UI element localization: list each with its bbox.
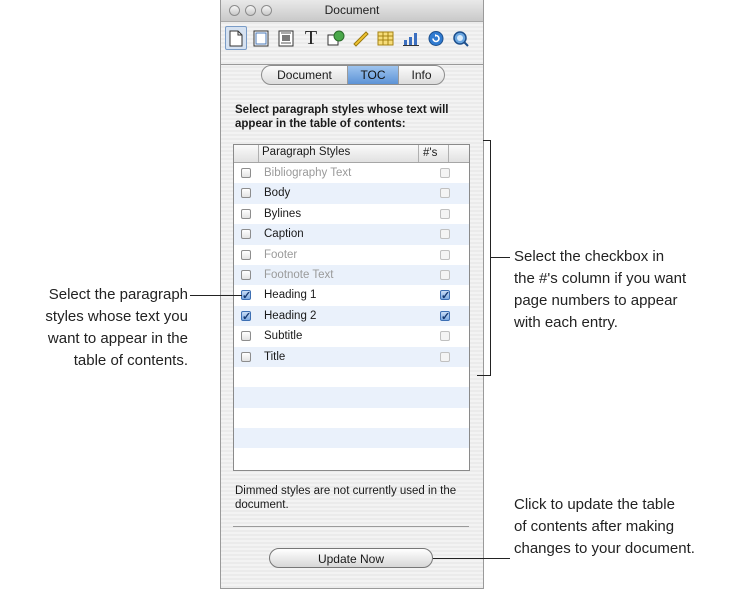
table-rows: Bibliography Text Body Bylines Caption Foote…: [234, 163, 469, 469]
document-icon[interactable]: [225, 26, 247, 50]
include-style-checkbox[interactable]: [241, 208, 251, 219]
tab-info[interactable]: Info: [399, 66, 444, 84]
style-name: Caption: [264, 228, 304, 241]
bracket-bottom-tick: [477, 375, 491, 376]
quicktime-icon[interactable]: [450, 26, 472, 50]
page-numbers-checkbox[interactable]: [440, 168, 450, 178]
tab-document[interactable]: Document: [262, 66, 348, 84]
page-numbers-checkbox[interactable]: [440, 208, 450, 219]
style-name: Subtitle: [264, 330, 303, 343]
page-numbers-checkbox[interactable]: [440, 307, 450, 327]
inspector-toolbar: T: [225, 24, 479, 54]
include-style-checkbox[interactable]: [241, 269, 251, 280]
dimmed-styles-note: Dimmed styles are not currently used in …: [235, 485, 457, 511]
page-numbers-checkbox[interactable]: [440, 286, 450, 306]
title-bar: Document: [221, 0, 483, 22]
empty-row: [234, 387, 469, 408]
column-header-spacer: [448, 145, 469, 162]
table-header: Paragraph Styles #'s: [234, 145, 469, 163]
callout-line: styles whose text you: [45, 308, 188, 325]
page-numbers-checkbox[interactable]: [440, 249, 450, 260]
table-row: Body: [234, 183, 469, 204]
checkbox-column-header[interactable]: [234, 145, 259, 162]
callout-line: page numbers to appear: [514, 292, 678, 309]
chart-icon[interactable]: [400, 26, 422, 50]
include-style-checkbox[interactable]: [241, 331, 251, 342]
window-title: Document: [324, 3, 380, 17]
callout-left-leader: [190, 295, 242, 296]
table-row: Subtitle: [234, 326, 469, 346]
callout-line: table of contents.: [73, 352, 188, 369]
callout-right-top-leader: [491, 257, 510, 258]
style-name: Heading 2: [264, 309, 317, 322]
style-name: Bibliography Text: [264, 167, 352, 179]
paragraph-styles-table: Paragraph Styles #'s Bibliography Text Bo…: [233, 144, 470, 471]
table-row: Bibliography Text: [234, 163, 469, 183]
table-icon[interactable]: [375, 26, 397, 50]
page-numbers-checkbox[interactable]: [440, 331, 450, 342]
table-row: Footer: [234, 245, 469, 265]
style-name: Footnote Text: [264, 268, 334, 281]
include-style-checkbox[interactable]: [241, 286, 251, 306]
page-numbers-checkbox[interactable]: [440, 229, 450, 240]
document-inspector-window: Document T Document TOC Info Select para…: [220, 0, 484, 589]
callout-line: Click to update the table: [514, 496, 675, 513]
update-now-button[interactable]: Update Now: [269, 548, 433, 568]
metrics-icon[interactable]: [350, 26, 372, 50]
callout-line: of contents after making: [514, 518, 675, 535]
include-style-checkbox[interactable]: [241, 307, 251, 327]
layout-icon[interactable]: [250, 26, 272, 50]
callout-line: want to appear in the: [47, 330, 188, 347]
style-name: Bylines: [264, 207, 302, 220]
table-row: Bylines: [234, 204, 469, 224]
callout-line: Select the checkbox in: [514, 248, 665, 265]
empty-row: [234, 408, 469, 428]
include-style-checkbox[interactable]: [241, 351, 251, 362]
tab-toc[interactable]: TOC: [348, 66, 399, 84]
empty-row: [234, 367, 469, 387]
empty-row: [234, 428, 469, 449]
page-numbers-checkbox[interactable]: [440, 351, 450, 362]
page-numbers-checkbox[interactable]: [440, 188, 450, 199]
table-row: Footnote Text: [234, 264, 469, 286]
wrap-icon[interactable]: [275, 26, 297, 50]
include-style-checkbox[interactable]: [241, 188, 251, 199]
callout-style-selection: Select the paragraph styles whose text y…: [0, 284, 188, 372]
callout-line: with each entry.: [514, 314, 618, 331]
empty-row: [234, 448, 469, 468]
style-name: Body: [264, 187, 291, 200]
callout-line: Select the paragraph: [48, 286, 188, 303]
bracket-vertical: [490, 140, 491, 376]
style-name: Footer: [264, 248, 298, 261]
style-name: Title: [264, 350, 286, 363]
include-style-checkbox[interactable]: [241, 249, 251, 260]
divider-line: [233, 526, 469, 527]
callout-page-numbers: Select the checkbox in the #'s column if…: [514, 246, 740, 334]
inspector-tab-control: Document TOC Info: [261, 65, 445, 85]
style-name: Heading 1: [264, 289, 317, 302]
callout-right-bottom-leader: [433, 558, 510, 559]
table-row: Caption: [234, 224, 469, 245]
callout-line: the #'s column if you want: [514, 270, 687, 287]
graphic-icon[interactable]: [325, 26, 347, 50]
callout-update-button: Click to update the table of contents af…: [514, 494, 740, 560]
table-row: Heading 1: [234, 285, 469, 306]
page-numbers-checkbox[interactable]: [440, 269, 450, 280]
callout-line: changes to your document.: [514, 540, 695, 557]
hyperlink-icon[interactable]: [425, 26, 447, 50]
page-numbers-column-header[interactable]: #'s: [418, 145, 448, 162]
include-style-checkbox[interactable]: [241, 229, 251, 240]
include-style-checkbox[interactable]: [241, 168, 251, 178]
table-row: Title: [234, 346, 469, 367]
table-row: Heading 2: [234, 305, 469, 327]
paragraph-styles-column-header[interactable]: Paragraph Styles: [262, 146, 350, 158]
text-icon[interactable]: T: [300, 26, 322, 50]
toc-instructions: Select paragraph styles whose text will …: [235, 104, 449, 130]
